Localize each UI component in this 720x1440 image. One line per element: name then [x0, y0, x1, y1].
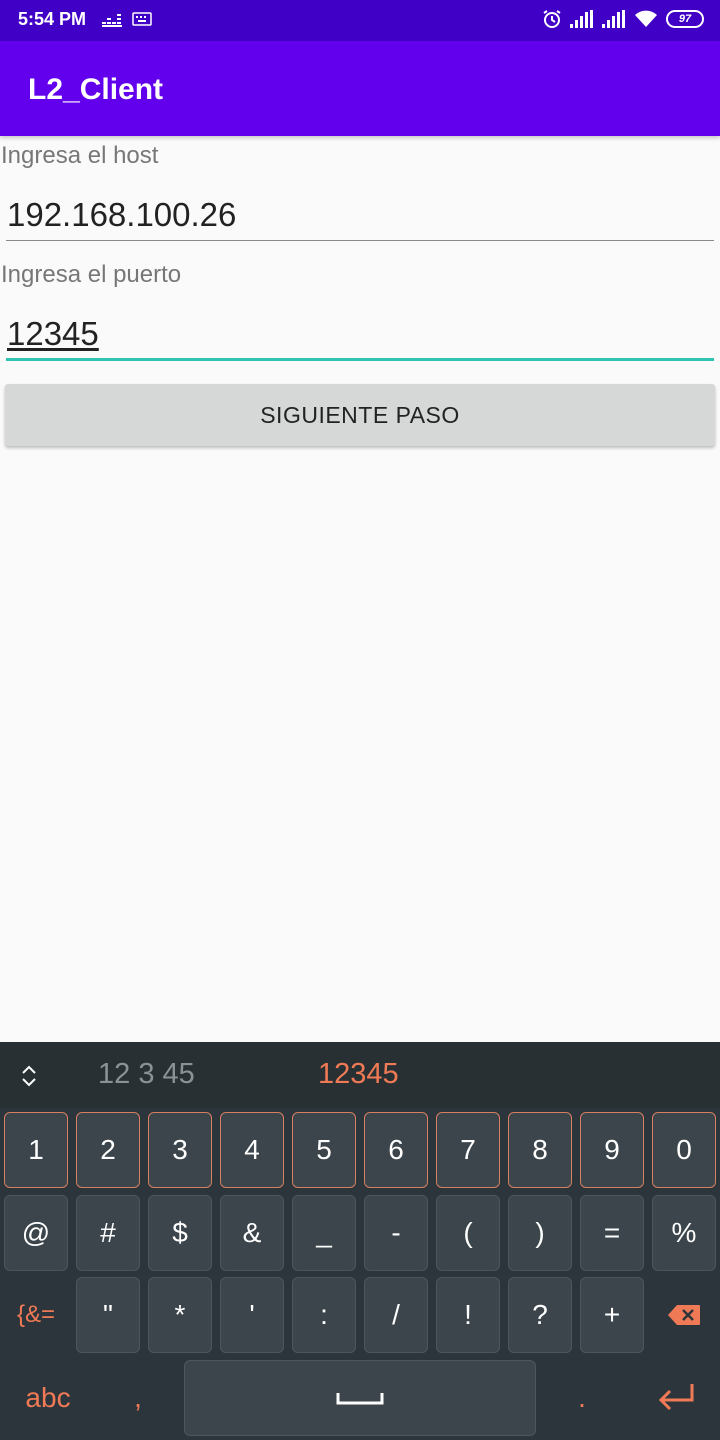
key-colon[interactable]: :	[292, 1277, 356, 1353]
signal-icon	[602, 10, 625, 28]
enter-icon	[658, 1384, 694, 1411]
expand-collapse-icon[interactable]	[20, 1064, 38, 1088]
status-system-icons: 97	[542, 9, 704, 29]
key-hash[interactable]: #	[76, 1195, 140, 1271]
key-ampersand[interactable]: &	[220, 1195, 284, 1271]
status-bar: 5:54 PM 97	[0, 0, 720, 41]
port-label: Ingresa el puerto	[1, 261, 182, 288]
suggestion-item-selected[interactable]: 12345	[318, 1058, 399, 1091]
key-dollar[interactable]: $	[148, 1195, 212, 1271]
abc-switch-key[interactable]: abc	[4, 1360, 92, 1436]
key-comma[interactable]: ,	[106, 1360, 170, 1436]
port-input[interactable]: 12345	[7, 315, 99, 353]
keyboard-icon	[132, 12, 152, 26]
key-1[interactable]: 1	[4, 1112, 68, 1188]
key-open-paren[interactable]: (	[436, 1195, 500, 1271]
app-title: L2_Client	[28, 73, 164, 106]
equalizer-icon	[102, 14, 122, 27]
key-2[interactable]: 2	[76, 1112, 140, 1188]
key-double-quote[interactable]: "	[76, 1277, 140, 1353]
key-5[interactable]: 5	[292, 1112, 356, 1188]
backspace-icon	[668, 1305, 700, 1325]
key-period[interactable]: .	[550, 1360, 614, 1436]
key-at[interactable]: @	[4, 1195, 68, 1271]
key-slash[interactable]: /	[364, 1277, 428, 1353]
key-3[interactable]: 3	[148, 1112, 212, 1188]
key-7[interactable]: 7	[436, 1112, 500, 1188]
suggestion-item[interactable]: 12 3 45	[98, 1058, 195, 1091]
key-hyphen[interactable]: -	[364, 1195, 428, 1271]
host-input[interactable]: 192.168.100.26	[7, 196, 236, 234]
key-equals[interactable]: =	[580, 1195, 644, 1271]
enter-key[interactable]	[640, 1360, 712, 1436]
app-bar: L2_Client	[0, 41, 720, 136]
key-underscore[interactable]: _	[292, 1195, 356, 1271]
port-input-underline-focused	[6, 358, 714, 361]
key-0[interactable]: 0	[652, 1112, 716, 1188]
host-input-underline	[6, 240, 714, 241]
wifi-icon	[635, 10, 657, 27]
key-exclamation[interactable]: !	[436, 1277, 500, 1353]
space-key[interactable]	[184, 1360, 536, 1436]
key-9[interactable]: 9	[580, 1112, 644, 1188]
key-8[interactable]: 8	[508, 1112, 572, 1188]
status-notification-icons	[102, 12, 152, 28]
backspace-key[interactable]	[652, 1277, 716, 1353]
key-asterisk[interactable]: *	[148, 1277, 212, 1353]
soft-keyboard: 12 3 45 12345 1 2 3 4 5 6 7 8 9 0 @ # $ …	[0, 1042, 720, 1440]
suggestion-bar: 12 3 45 12345	[0, 1042, 720, 1108]
battery-indicator: 97	[666, 10, 704, 28]
host-label: Ingresa el host	[1, 142, 159, 169]
alarm-icon	[543, 10, 561, 28]
space-icon	[336, 1393, 384, 1405]
status-time: 5:54 PM	[18, 9, 87, 29]
key-apostrophe[interactable]: '	[220, 1277, 284, 1353]
key-4[interactable]: 4	[220, 1112, 284, 1188]
signal-icon	[570, 10, 593, 28]
key-percent[interactable]: %	[652, 1195, 716, 1271]
next-step-button[interactable]: SIGUIENTE PASO	[5, 384, 715, 446]
key-question[interactable]: ?	[508, 1277, 572, 1353]
key-close-paren[interactable]: )	[508, 1195, 572, 1271]
symbols-switch-key[interactable]: {&=	[4, 1277, 68, 1353]
key-6[interactable]: 6	[364, 1112, 428, 1188]
key-plus[interactable]: +	[580, 1277, 644, 1353]
